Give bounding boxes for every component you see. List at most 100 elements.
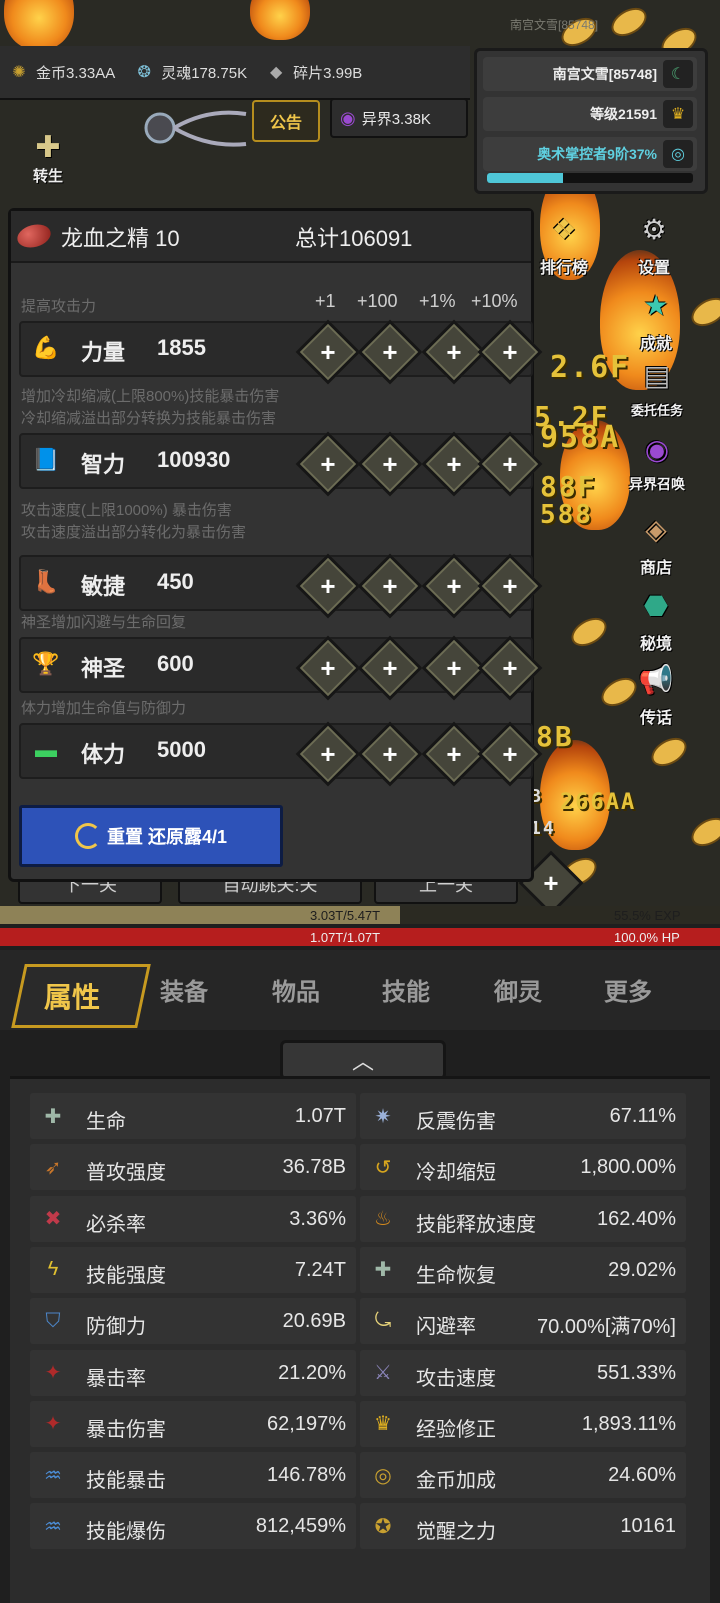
plus-icon: + bbox=[446, 336, 462, 367]
add-100-button[interactable]: + bbox=[357, 319, 423, 385]
attribute-value: 1.07T bbox=[294, 1105, 346, 1127]
plus-icon: + bbox=[446, 448, 462, 479]
stat-value: 450 bbox=[157, 569, 194, 594]
tab-equipment[interactable]: 装备 bbox=[160, 972, 208, 1007]
add-1-button[interactable]: + bbox=[295, 319, 361, 385]
attribute-name: 冷却缩短 bbox=[416, 1162, 496, 1185]
add-1-button[interactable]: + bbox=[295, 553, 361, 619]
attack-speed-icon: ⚔ bbox=[374, 1362, 392, 1384]
plus-icon: + bbox=[446, 738, 462, 769]
plus-icon: + bbox=[502, 652, 518, 683]
attribute-value: 10161 bbox=[620, 1515, 676, 1538]
chevron-up-icon: ︿ bbox=[351, 1049, 374, 1074]
potion-total: 总计106091 bbox=[295, 226, 413, 251]
summon-button[interactable]: ◉ 异界召唤 bbox=[620, 426, 694, 494]
attribute-name: 防御力 bbox=[86, 1316, 146, 1339]
plus-icon: + bbox=[502, 336, 518, 367]
attribute-value: 21.20% bbox=[278, 1361, 346, 1384]
attribute-row: ↺ 冷却缩短 1,800.00% bbox=[360, 1144, 686, 1191]
step-label: +1 bbox=[315, 291, 336, 311]
add-10pct-button[interactable]: + bbox=[477, 319, 543, 385]
commission-button[interactable]: ▤ 委托任务 bbox=[620, 352, 694, 419]
player-panel[interactable]: 南宫文雪[85748] ☾ 等级21591 ♛ 奥术掌控者9阶37% ◎ bbox=[474, 48, 708, 194]
stat-row-agility: 👢 敏捷 450 + + + + bbox=[19, 553, 543, 619]
tier-progress-fill bbox=[487, 173, 564, 183]
plus-icon: + bbox=[320, 448, 336, 479]
tier-progress-bar bbox=[487, 173, 693, 183]
player-tier-row: 奥术掌控者9阶37% ◎ bbox=[483, 137, 697, 171]
regen-icon: ✚ bbox=[374, 1259, 392, 1282]
notice-button[interactable]: 公告 bbox=[252, 100, 320, 142]
shop-button[interactable]: ◈ 商店 bbox=[626, 506, 686, 578]
collapse-button[interactable]: ︿ bbox=[280, 1040, 446, 1080]
reset-button[interactable]: 重置 还原露4/1 bbox=[19, 805, 283, 867]
spiral-icon: ◎ bbox=[663, 140, 693, 168]
attribute-value: 20.69B bbox=[282, 1310, 346, 1333]
add-100-button[interactable]: + bbox=[357, 431, 423, 497]
currency-bar: ✺ 金币3.33AA ❂ 灵魂178.75K ◆ 碎片3.99B bbox=[0, 46, 470, 100]
achievement-button[interactable]: ★ 成就 bbox=[626, 282, 686, 354]
tab-spirits[interactable]: 御灵 bbox=[494, 972, 542, 1007]
damage-number: 2.6F bbox=[550, 350, 631, 385]
achievement-label: 成就 bbox=[639, 336, 672, 353]
add-1-button[interactable]: + bbox=[295, 635, 361, 701]
attribute-name: 技能强度 bbox=[86, 1264, 166, 1287]
plus-icon: + bbox=[320, 336, 336, 367]
stat-row-strength: 💪 力量 1855 + + + + bbox=[19, 319, 543, 385]
secret-realm-button[interactable]: ⬣ 秘境 bbox=[626, 582, 686, 654]
bone-icon: ▬ bbox=[35, 737, 57, 762]
stat-value: 100930 bbox=[157, 447, 231, 472]
player-tier: 奥术掌控者9阶37% bbox=[537, 146, 657, 162]
damage-number: 8B bbox=[536, 720, 574, 753]
stat-row-stamina: ▬ 体力 5000 + + + + bbox=[19, 721, 543, 787]
add-10pct-button[interactable]: + bbox=[477, 635, 543, 701]
otherworld-currency[interactable]: ◉ 异界3.38K bbox=[330, 98, 468, 138]
compass-icon[interactable] bbox=[138, 106, 248, 148]
hp-text: 1.07T/1.07T bbox=[310, 930, 381, 945]
add-100-button[interactable]: + bbox=[357, 553, 423, 619]
scroll-icon: ▤ bbox=[643, 359, 671, 391]
message-button[interactable]: 📢 传话 bbox=[626, 656, 686, 728]
leaderboard-label: 排行榜 bbox=[539, 260, 588, 277]
add-100-button[interactable]: + bbox=[357, 721, 423, 787]
attribute-row: ♒ 技能暴击 146.78% bbox=[30, 1452, 356, 1499]
kill-rate-icon: ✖ bbox=[44, 1208, 62, 1231]
leaderboard-button[interactable]: ❖ 排行榜 bbox=[534, 206, 594, 278]
attribute-row: ✖ 必杀率 3.36% bbox=[30, 1195, 356, 1242]
attribute-value: 162.40% bbox=[597, 1207, 676, 1230]
add-100-button[interactable]: + bbox=[357, 635, 423, 701]
plus-icon: + bbox=[446, 652, 462, 683]
stat-row-holy: 🏆 神圣 600 + + + + bbox=[19, 635, 543, 701]
dragon-blood-icon bbox=[14, 220, 54, 252]
attribute-name: 生命恢复 bbox=[416, 1264, 496, 1287]
exp-text: 3.03T/5.47T bbox=[310, 908, 381, 923]
tab-items[interactable]: 物品 bbox=[272, 972, 320, 1007]
portal-icon: ◉ bbox=[644, 433, 670, 465]
soul-icon: ❂ bbox=[137, 64, 151, 81]
tab-more[interactable]: 更多 bbox=[604, 972, 652, 1007]
stat-value: 1855 bbox=[157, 335, 206, 360]
add-1-button[interactable]: + bbox=[295, 431, 361, 497]
damage-number: 266AA bbox=[560, 790, 637, 815]
tab-skills[interactable]: 技能 bbox=[382, 972, 430, 1007]
attribute-name: 暴击伤害 bbox=[86, 1418, 166, 1441]
stat-description: 攻击速度(上限1000%) 暴击伤害 bbox=[21, 502, 232, 519]
settings-button[interactable]: ⚙ 设置 bbox=[624, 206, 684, 278]
green-portal-icon: ⬣ bbox=[643, 589, 669, 621]
reset-arrow-icon bbox=[74, 823, 101, 849]
crit-damage-icon: ✦ bbox=[44, 1413, 62, 1436]
attribute-row: ✚ 生命恢复 29.02% bbox=[360, 1246, 686, 1293]
attribute-row: ⤿ 闪避率 70.00%[满70%] bbox=[360, 1298, 686, 1345]
add-1-button[interactable]: + bbox=[295, 721, 361, 787]
plus-icon: + bbox=[382, 448, 398, 479]
attribute-name: 经验修正 bbox=[416, 1418, 496, 1441]
attribute-row: ✦ 暴击伤害 62,197% bbox=[30, 1400, 356, 1447]
shard-icon: ◆ bbox=[269, 64, 283, 81]
rebirth-button[interactable]: ✚ 转生 bbox=[26, 130, 70, 190]
add-10pct-button[interactable]: + bbox=[477, 553, 543, 619]
stat-name: 体力 bbox=[81, 742, 126, 767]
rebirth-label: 转生 bbox=[32, 168, 63, 185]
attribute-row: ✦ 暴击率 21.20% bbox=[30, 1349, 356, 1396]
add-10pct-button[interactable]: + bbox=[477, 431, 543, 497]
add-10pct-button[interactable]: + bbox=[477, 721, 543, 787]
